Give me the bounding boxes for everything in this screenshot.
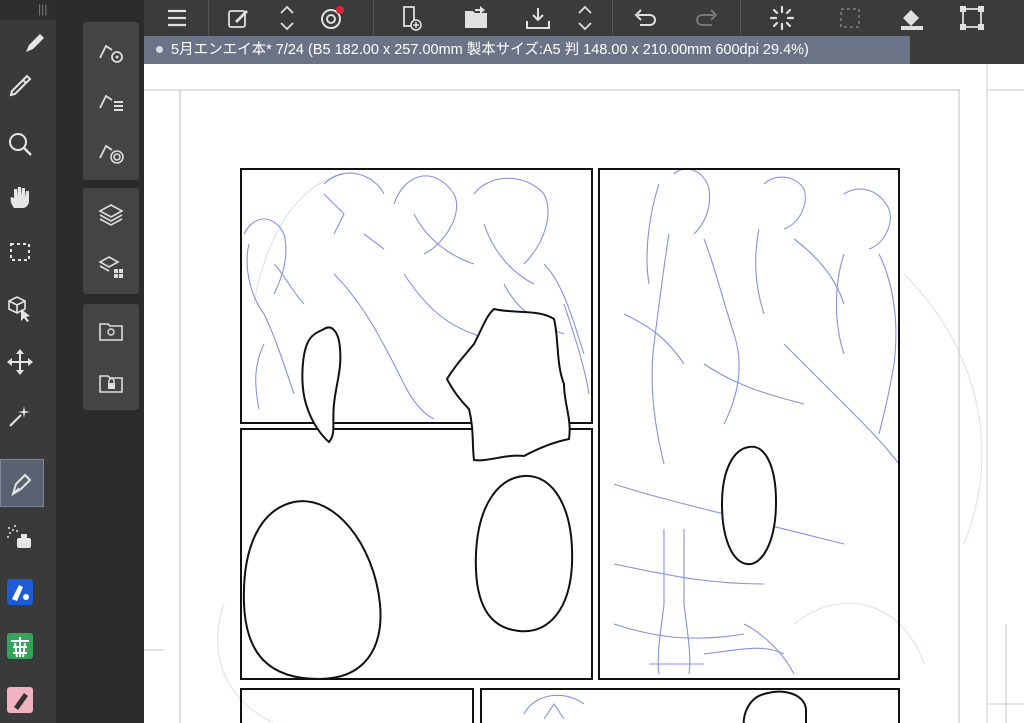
- material-folder-icon[interactable]: [83, 306, 139, 356]
- vector-list-icon[interactable]: [83, 76, 139, 126]
- layer-tool-group: [83, 188, 139, 294]
- document-tab[interactable]: 5月エンエイ本* 7/24 (B5 182.00 x 257.00mm 製本サイ…: [144, 36, 910, 64]
- canvas[interactable]: [144, 64, 1024, 723]
- sub-tool-panel: [56, 0, 144, 723]
- leaf-pattern-icon[interactable]: [0, 626, 40, 666]
- tab-bar: 5月エンエイ本* 7/24 (B5 182.00 x 257.00mm 製本サイ…: [144, 36, 1024, 64]
- transform-icon[interactable]: [956, 0, 988, 36]
- open-folder-icon[interactable]: [460, 0, 492, 36]
- cube-cursor-icon[interactable]: [0, 288, 40, 328]
- save-icon[interactable]: [522, 0, 554, 36]
- save-options-chevron-icon[interactable]: [572, 0, 598, 36]
- material-tool-group: [83, 304, 139, 410]
- document-tab-title: 5月エンエイ本* 7/24 (B5 182.00 x 257.00mm 製本サイ…: [171, 42, 809, 58]
- pen-nib-icon[interactable]: [0, 459, 44, 507]
- dashed-rectangle-icon[interactable]: [0, 232, 40, 272]
- pen-icon[interactable]: [14, 24, 54, 64]
- magnifier-icon[interactable]: [0, 124, 40, 164]
- vector-settings-icon[interactable]: [83, 26, 139, 76]
- layer-properties-icon[interactable]: [83, 242, 139, 292]
- menu-icon[interactable]: [162, 0, 192, 36]
- command-bar: [144, 0, 1024, 36]
- undo-icon[interactable]: [628, 0, 660, 36]
- speech-balloons: [242, 307, 807, 723]
- unsaved-dot-icon: [156, 46, 163, 53]
- magic-wand-icon[interactable]: [0, 396, 40, 436]
- clear-selection-icon[interactable]: [834, 0, 866, 36]
- hand-icon[interactable]: [0, 178, 40, 218]
- new-page-icon[interactable]: [396, 0, 428, 36]
- edit-pen-icon[interactable]: [224, 0, 254, 36]
- paint-bucket-icon[interactable]: [0, 572, 40, 612]
- grip-icon[interactable]: |||: [38, 2, 47, 16]
- loading-spinner-icon[interactable]: [766, 0, 798, 36]
- airbrush-icon[interactable]: [0, 517, 40, 557]
- eraser-icon[interactable]: [0, 680, 40, 720]
- vector-target-icon[interactable]: [83, 126, 139, 176]
- vector-tool-group: [83, 22, 139, 180]
- tool-palette: |||: [0, 0, 56, 723]
- fill-color-icon[interactable]: [896, 0, 928, 36]
- eyedropper-icon[interactable]: [0, 66, 40, 106]
- move-arrows-icon[interactable]: [0, 342, 40, 382]
- material-lock-folder-icon[interactable]: [83, 358, 139, 408]
- cloud-sync-icon[interactable]: [316, 0, 348, 36]
- redo-icon[interactable]: [692, 0, 724, 36]
- layers-icon[interactable]: [83, 190, 139, 240]
- updown-chevron-icon[interactable]: [274, 0, 300, 36]
- manga-page-artwork[interactable]: [144, 64, 1024, 723]
- tool-palette-header: |||: [0, 0, 56, 20]
